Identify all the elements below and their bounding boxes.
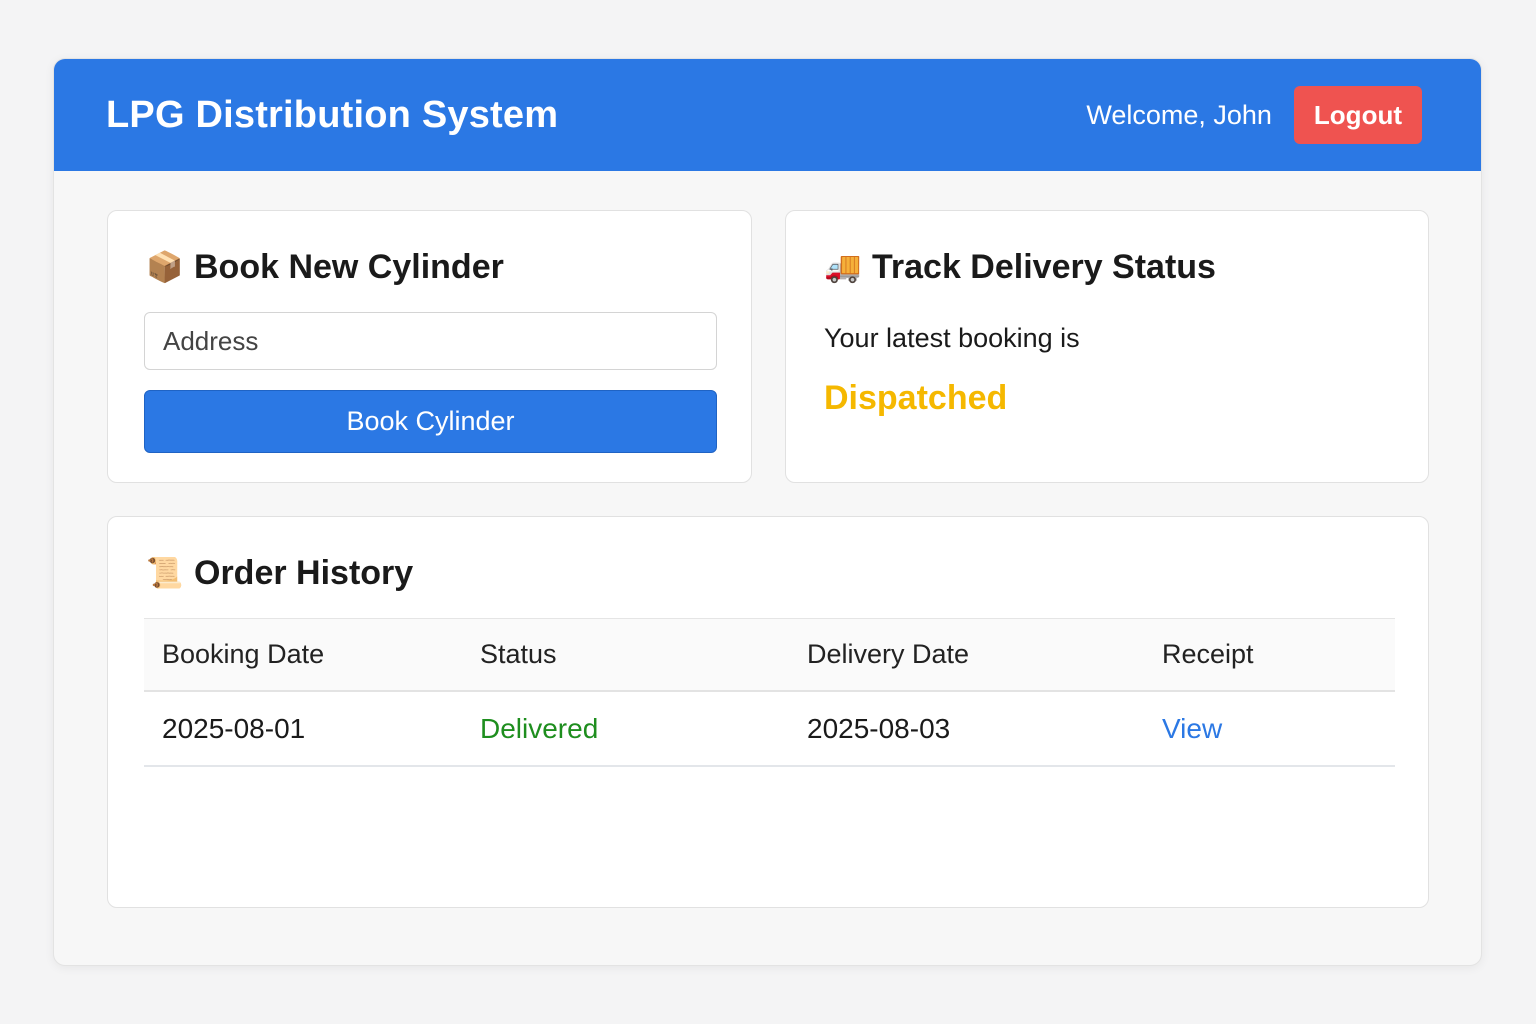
scroll-icon: 📜 xyxy=(146,557,184,590)
order-history-heading: 📜 Order History xyxy=(146,554,413,593)
welcome-text: Welcome, John xyxy=(1086,99,1272,130)
track-delivery-card: 🚚 Track Delivery Status Your latest book… xyxy=(785,210,1429,483)
header-user-area: Welcome, John Logout xyxy=(1086,86,1422,144)
order-history-table: Booking Date Status Delivery Date Receip… xyxy=(144,618,1395,767)
column-header-delivery-date: Delivery Date xyxy=(807,639,970,669)
app-title: LPG Distribution System xyxy=(106,93,559,136)
view-receipt-link[interactable]: View xyxy=(1162,713,1413,745)
book-cylinder-heading: 📦 Book New Cylinder xyxy=(146,248,504,287)
logout-button[interactable]: Logout xyxy=(1293,86,1422,144)
column-header-booking-date: Booking Date xyxy=(162,639,325,669)
book-cylinder-card: 📦 Book New Cylinder Book Cylinder xyxy=(107,210,752,483)
table-header-row: Booking Date Status Delivery Date Receip… xyxy=(144,618,1395,692)
app-window: LPG Distribution System Welcome, John Lo… xyxy=(53,58,1482,966)
status-cell: Delivered xyxy=(480,712,599,744)
column-header-receipt: Receipt xyxy=(1162,639,1254,669)
package-icon: 📦 xyxy=(146,251,184,284)
column-header-status: Status xyxy=(480,639,557,669)
table-row: 2025-08-01 Delivered 2025-08-03 View xyxy=(144,692,1395,767)
track-delivery-heading: 🚚 Track Delivery Status xyxy=(824,248,1216,287)
delivery-date-cell: 2025-08-03 xyxy=(807,712,951,744)
track-delivery-title: Track Delivery Status xyxy=(872,248,1216,286)
latest-booking-text: Your latest booking is xyxy=(824,323,1080,353)
order-history-card: 📜 Order History Booking Date Status Deli… xyxy=(107,516,1429,908)
book-cylinder-button[interactable]: Book Cylinder xyxy=(144,390,717,453)
booking-date-cell: 2025-08-01 xyxy=(162,712,306,744)
book-cylinder-title: Book New Cylinder xyxy=(194,248,504,286)
header-bar: LPG Distribution System Welcome, John Lo… xyxy=(54,59,1481,171)
delivery-status-badge: Dispatched xyxy=(824,379,1008,417)
delivery-truck-icon: 🚚 xyxy=(824,251,862,284)
address-input[interactable] xyxy=(144,312,717,370)
order-history-title: Order History xyxy=(194,554,414,592)
